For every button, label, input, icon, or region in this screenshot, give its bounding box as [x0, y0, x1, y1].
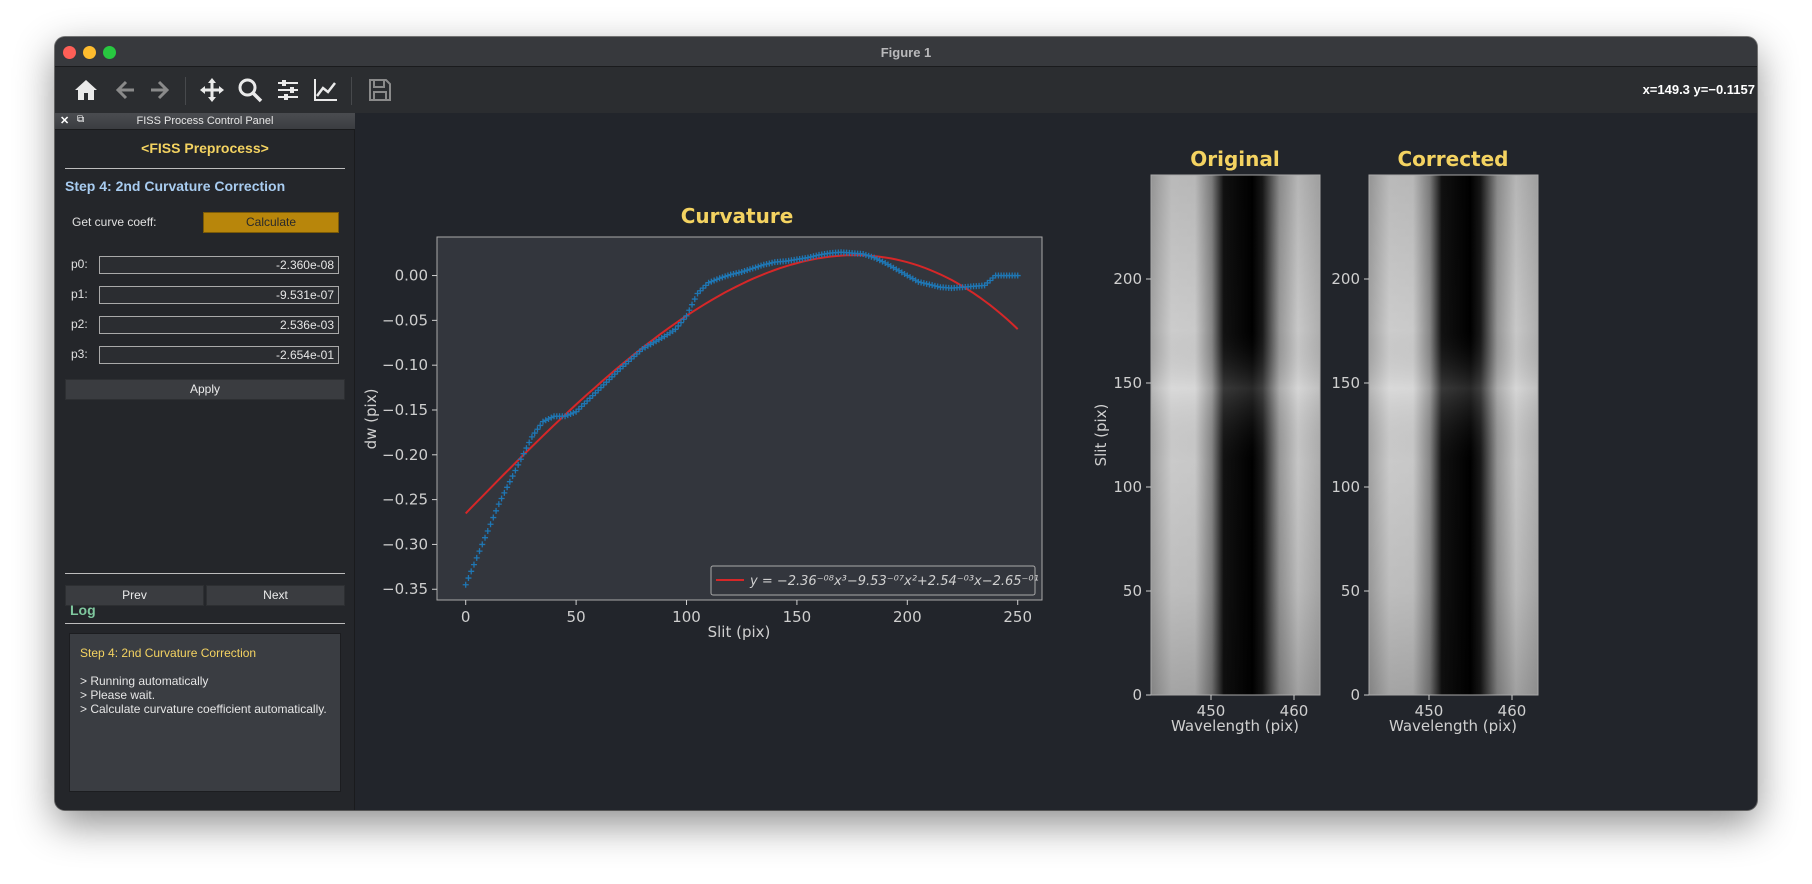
corrected-image-shading: [1369, 175, 1538, 695]
legend-label: y = −2.36⁻⁰⁸x³−9.53⁻⁰⁷x²+2.54⁻⁰³x−2.65⁻⁰…: [749, 574, 1039, 589]
step-title: Step 4: 2nd Curvature Correction: [65, 178, 286, 194]
axes-edit-icon[interactable]: [308, 74, 342, 106]
y-tick-label: 200: [1113, 270, 1142, 288]
home-icon[interactable]: [69, 74, 103, 106]
p0-field[interactable]: -2.360e-08: [99, 256, 339, 274]
pan-move-icon[interactable]: [195, 74, 229, 106]
subplots-sliders-icon[interactable]: [271, 74, 305, 106]
divider: [65, 168, 345, 169]
p2-field[interactable]: 2.536e-03: [99, 316, 339, 334]
x-tick-label: 100: [672, 608, 701, 626]
y-tick-label: 150: [1113, 374, 1142, 392]
corrected-title: Corrected: [1397, 147, 1508, 171]
y-tick-label: 0.00: [395, 267, 428, 285]
y-tick-label: 50: [1123, 582, 1142, 600]
y-tick-label: −0.10: [382, 356, 428, 374]
y-tick-label: 50: [1341, 582, 1360, 600]
next-button[interactable]: Next: [206, 585, 345, 606]
log-line: > Please wait.: [80, 688, 156, 702]
x-tick-label: 50: [567, 608, 586, 626]
original-ylabel: Slit (pix): [1092, 404, 1110, 467]
x-tick-label: 450: [1415, 702, 1444, 720]
x-tick-label: 250: [1003, 608, 1032, 626]
y-tick-label: 0: [1132, 686, 1142, 704]
y-tick-label: 150: [1331, 374, 1360, 392]
y-tick-label: −0.25: [382, 491, 428, 509]
y-tick-label: −0.05: [382, 311, 428, 329]
panel-title: FISS Process Control Panel: [136, 115, 274, 127]
forward-arrow-icon[interactable]: [144, 74, 178, 106]
p3-label: p3:: [71, 347, 88, 361]
y-tick-label: 0: [1350, 686, 1360, 704]
curvature-xlabel: Slit (pix): [708, 623, 771, 641]
back-arrow-icon[interactable]: [107, 74, 141, 106]
figure-canvas[interactable]: Curvature 0.00 −0.05 −0.10 −0.15 −0.20 −0.25 −…: [356, 113, 1757, 810]
save-disk-icon[interactable]: [363, 74, 397, 106]
navigation-toolbar: x=149.3 y=−0.1157: [55, 67, 1757, 113]
apply-button[interactable]: Apply: [65, 379, 345, 400]
log-line: > Calculate curvature coefficient automa…: [80, 702, 327, 716]
original-image-shading: [1151, 175, 1320, 695]
window-title: Figure 1: [880, 45, 932, 60]
x-tick-label: 460: [1498, 702, 1527, 720]
y-tick-label: 100: [1113, 478, 1142, 496]
panel-title-bar[interactable]: ✕ ⧉ FISS Process Control Panel: [55, 113, 355, 130]
log-header: Step 4: 2nd Curvature Correction: [80, 646, 257, 660]
log-box[interactable]: Step 4: 2nd Curvature Correction > Runni…: [69, 633, 341, 792]
zoom-magnifier-icon[interactable]: [233, 74, 267, 106]
y-tick-label: −0.20: [382, 446, 428, 464]
x-tick-label: 450: [1197, 702, 1226, 720]
cursor-coordinates: x=149.3 y=−0.1157: [1642, 82, 1755, 97]
p2-label: p2:: [71, 317, 88, 331]
curvature-axes: [436, 236, 1043, 601]
p0-label: p0:: [71, 257, 88, 271]
curvature-y-ticks: 0.00 −0.05 −0.10 −0.15 −0.20 −0.25 −0.30 −0.35: [382, 267, 437, 598]
x-tick-label: 0: [461, 608, 471, 626]
toolbar-separator: [351, 77, 352, 105]
x-tick-label: 460: [1280, 702, 1309, 720]
toolbar-separator: [185, 77, 186, 105]
p1-label: p1:: [71, 287, 88, 301]
divider: [65, 573, 345, 574]
preprocess-header: <FISS Preprocess>: [141, 140, 269, 156]
y-tick-label: −0.30: [382, 535, 428, 553]
x-tick-label: 150: [783, 608, 812, 626]
control-panel: ✕ ⧉ FISS Process Control Panel <FISS Pre…: [55, 113, 355, 810]
original-title: Original: [1190, 147, 1279, 171]
x-tick-label: 200: [893, 608, 922, 626]
figure-svg: Curvature 0.00 −0.05 −0.10 −0.15 −0.20 −0.25 −…: [362, 147, 1539, 735]
y-tick-label: 100: [1331, 478, 1360, 496]
y-tick-label: −0.35: [382, 580, 428, 598]
curve-coeff-label: Get curve coeff:: [72, 215, 157, 229]
y-tick-label: 200: [1331, 270, 1360, 288]
title-bar[interactable]: Figure 1: [55, 37, 1757, 67]
curvature-title: Curvature: [681, 204, 794, 228]
p3-field[interactable]: -2.654e-01: [99, 346, 339, 364]
figure-window: Figure 1 x=149.3 y=−0.1157 ✕ ⧉ FISS Proc…: [55, 37, 1757, 810]
log-title: Log: [70, 602, 96, 618]
curvature-ylabel: dw (pix): [362, 389, 380, 450]
log-line: > Running automatically: [80, 674, 209, 688]
p1-field[interactable]: -9.531e-07: [99, 286, 339, 304]
y-tick-label: −0.15: [382, 401, 428, 419]
calculate-button[interactable]: Calculate: [203, 212, 339, 233]
divider: [65, 623, 345, 624]
